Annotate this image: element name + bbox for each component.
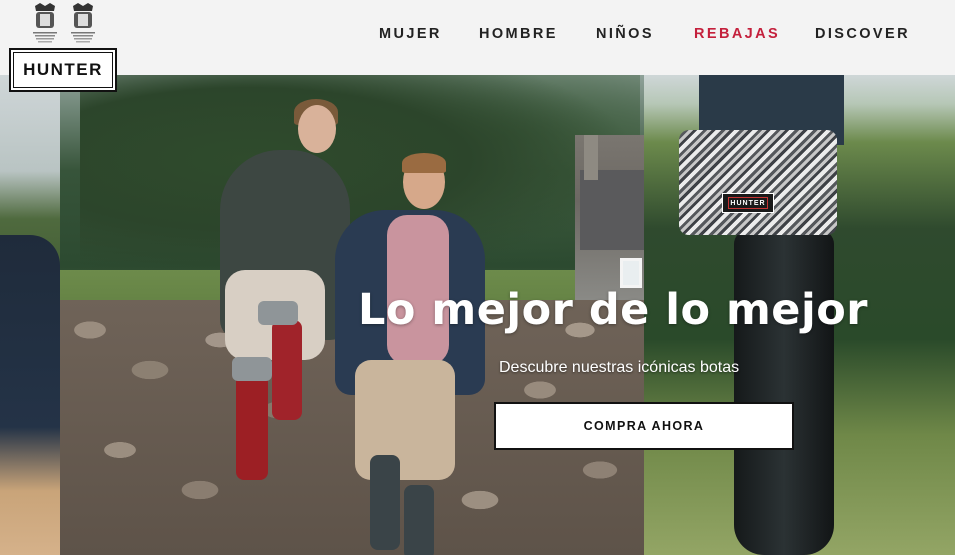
hero-image-left — [0, 75, 60, 555]
black-boot — [734, 230, 834, 555]
shop-now-button[interactable]: COMPRA AHORA — [494, 402, 794, 450]
chimney — [584, 135, 598, 180]
hero-title: Lo mejor de lo mejor — [358, 285, 868, 335]
site-header: MUJER HOMBRE NIÑOS REBAJAS DISCOVER — [0, 0, 955, 75]
person-figure — [0, 235, 60, 555]
boot-sock-label: HUNTER — [722, 193, 774, 213]
nav-item-discover[interactable]: DISCOVER — [815, 26, 910, 42]
knit-boot-sock — [679, 130, 837, 235]
man-hair — [402, 153, 446, 173]
hero-banner: HUNTER Lo mejor de lo mejor Descubre nue… — [0, 75, 955, 555]
hero-subtitle: Descubre nuestras icónicas botas — [499, 359, 740, 376]
house-window — [620, 258, 642, 288]
nav-item-rebajas[interactable]: REBAJAS — [694, 26, 780, 42]
green-boot — [404, 485, 434, 555]
green-boot — [370, 455, 400, 550]
hunter-logo[interactable]: HUNTER — [9, 48, 117, 92]
boot-sock — [258, 301, 298, 325]
shop-now-label: COMPRA AHORA — [583, 419, 705, 433]
nav-item-hombre[interactable]: HOMBRE — [479, 26, 558, 42]
nav-item-mujer[interactable]: MUJER — [379, 26, 442, 42]
boot-sock — [232, 357, 272, 381]
red-boot — [272, 320, 302, 420]
nav-item-ninos[interactable]: NIÑOS — [596, 26, 654, 42]
logo-text: HUNTER — [23, 60, 103, 79]
woman-head — [298, 105, 336, 153]
main-nav: MUJER HOMBRE NIÑOS REBAJAS DISCOVER — [0, 26, 955, 48]
house-roof — [580, 170, 644, 250]
